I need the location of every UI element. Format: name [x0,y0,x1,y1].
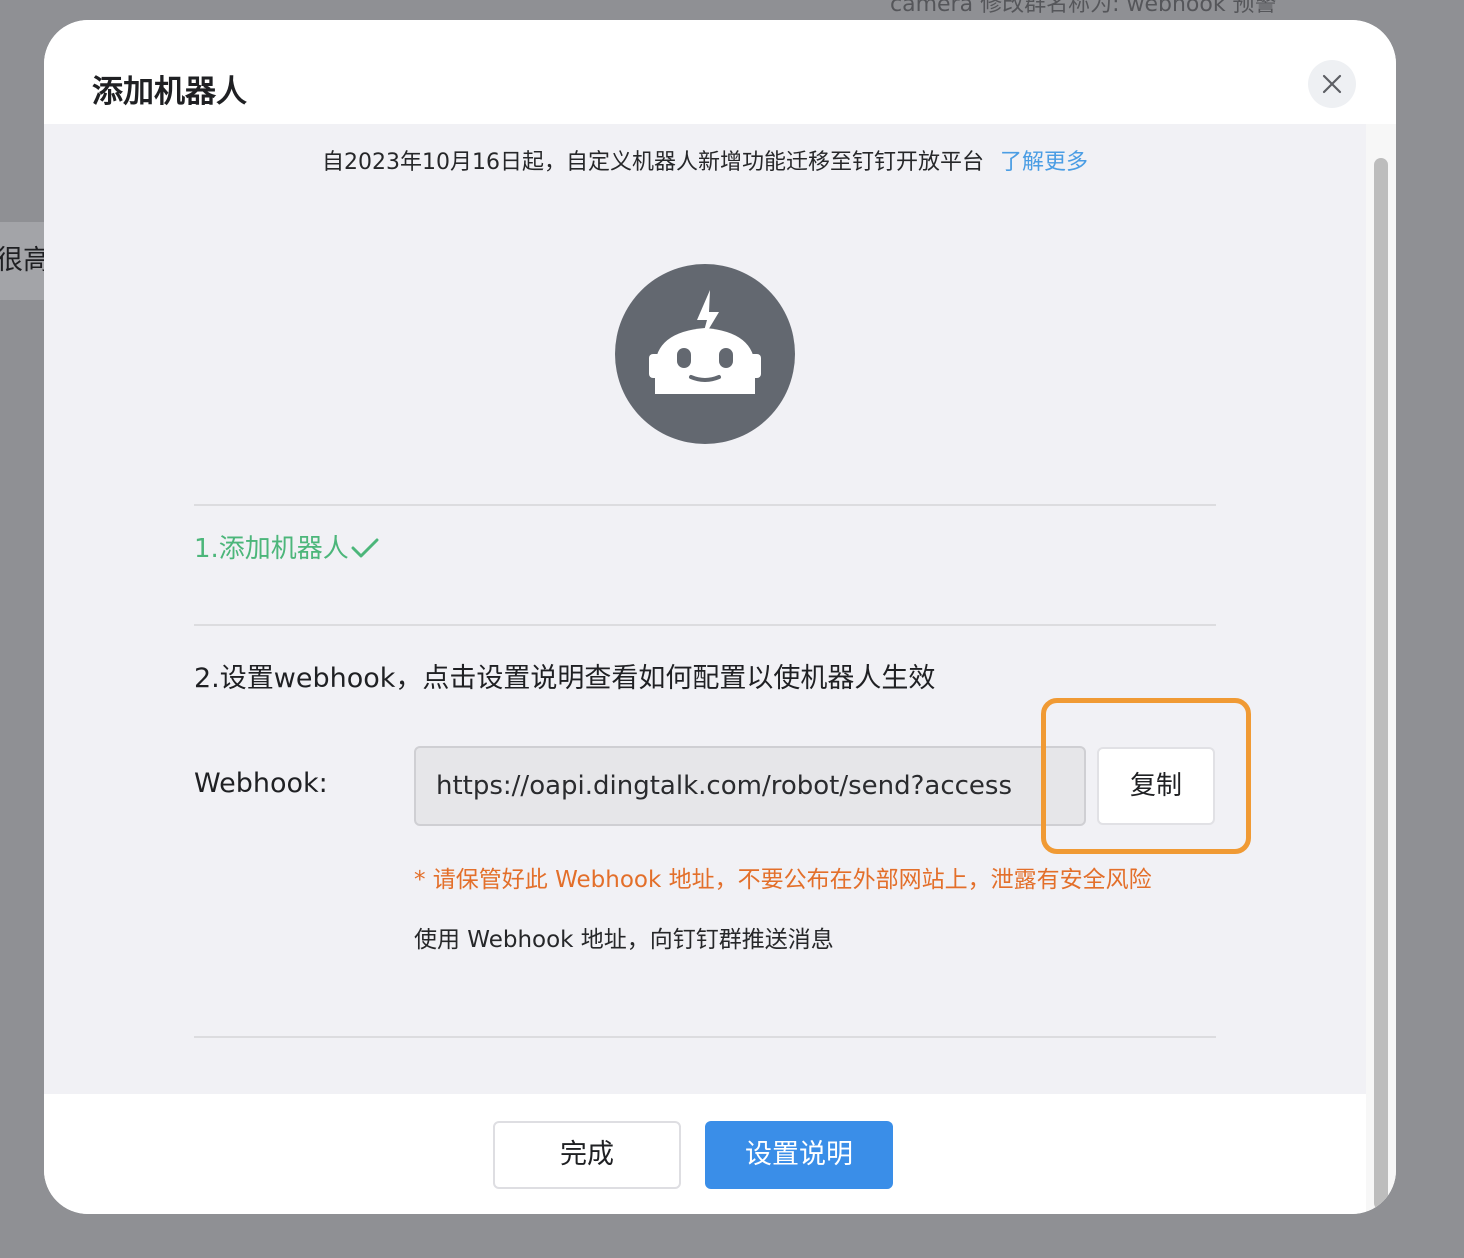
dialog-body: 自2023年10月16日起，自定义机器人新增功能迁移至钉钉开放平台 了解更多 1.… [44,124,1366,1094]
copy-button-highlight [1041,698,1251,854]
scrollbar-thumb[interactable] [1374,158,1388,1210]
step-1-label: 1.添加机器人 [194,534,349,564]
close-button[interactable] [1308,60,1356,108]
step-2-instructions: 2.设置webhook，点击设置说明查看如何配置以使机器人生效 [194,663,936,694]
webhook-url-field[interactable] [414,746,1086,826]
background-text: camera 修改群名称为: webhook 预警 [890,0,1277,17]
close-icon [1322,74,1342,94]
setup-guide-button[interactable]: 设置说明 [705,1121,893,1189]
divider [194,624,1216,626]
step-1-status: 1.添加机器人 [194,528,379,565]
page-backdrop: camera 修改群名称为: webhook 预警 很高 添加机器人 自2023… [0,0,1464,1258]
robot-icon [649,290,761,394]
dialog-footer: 完成 设置说明 [44,1094,1366,1214]
usage-hint: 使用 Webhook 地址，向钉钉群推送消息 [414,927,834,953]
dialog-header: 添加机器人 [44,20,1396,124]
background-chip: 很高 [0,222,46,300]
dialog-title: 添加机器人 [92,74,247,110]
migration-notice: 自2023年10月16日起，自定义机器人新增功能迁移至钉钉开放平台 了解更多 [44,144,1366,176]
learn-more-link[interactable]: 了解更多 [1000,150,1088,175]
divider [194,504,1216,506]
webhook-label: Webhook: [194,768,328,799]
done-button[interactable]: 完成 [493,1121,681,1189]
robot-avatar [615,264,795,444]
background-chip-label: 很高 [0,245,46,276]
security-warning: * 请保管好此 Webhook 地址，不要公布在外部网站上，泄露有安全风险 [414,867,1152,893]
notice-text: 自2023年10月16日起，自定义机器人新增功能迁移至钉钉开放平台 [322,150,984,175]
divider [194,1036,1216,1038]
add-robot-dialog: 添加机器人 自2023年10月16日起，自定义机器人新增功能迁移至钉钉开放平台了… [44,20,1396,1214]
checkmark-icon [351,538,379,558]
scrollbar[interactable] [1366,124,1396,1214]
